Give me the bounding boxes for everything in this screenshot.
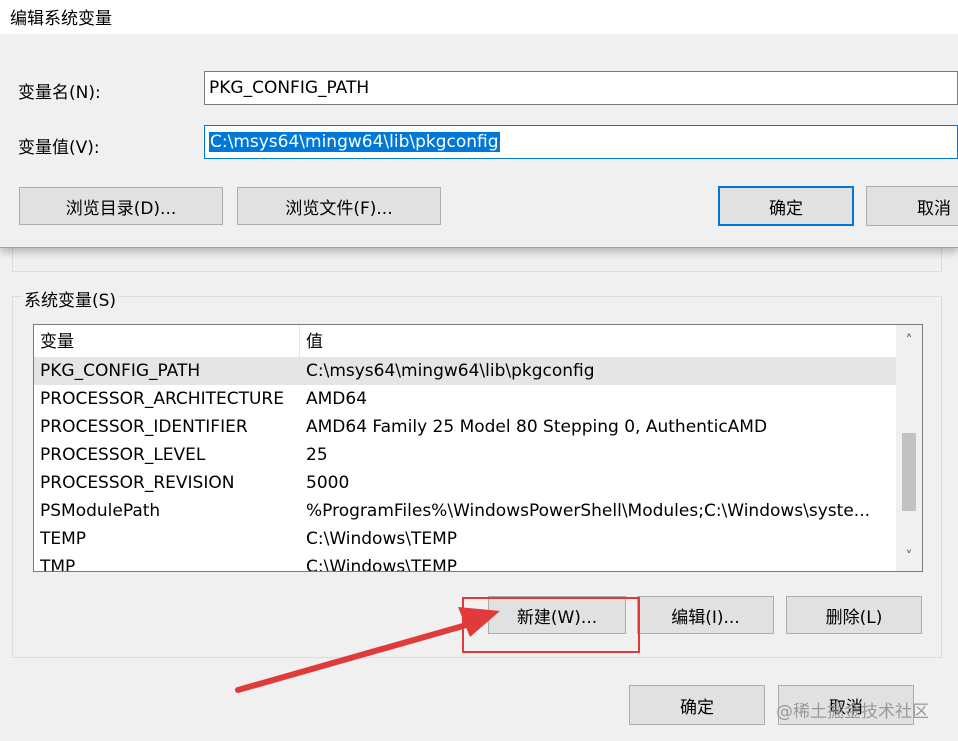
- row-variable-value: C:\Windows\TEMP: [306, 529, 457, 549]
- system-vars-group-label: 系统变量(S): [22, 286, 119, 311]
- list-header: 变量 值: [34, 325, 896, 357]
- variable-name-text: PKG_CONFIG_PATH: [209, 78, 370, 98]
- row-variable-value: 25: [306, 445, 328, 465]
- row-variable-name: PROCESSOR_REVISION: [40, 473, 235, 493]
- row-variable-name: TEMP: [40, 529, 87, 549]
- edit-system-variable-dialog: 编辑系统变量 变量名(N): PKG_CONFIG_PATH 变量值(V): C…: [0, 0, 958, 248]
- column-header-variable[interactable]: 变量: [34, 325, 299, 357]
- row-variable-name: PSModulePath: [40, 501, 161, 521]
- variable-name-input[interactable]: PKG_CONFIG_PATH: [204, 71, 958, 105]
- system-vars-list[interactable]: 变量 值 PKG_CONFIG_PATH C:\msys64\mingw64\l…: [33, 324, 923, 572]
- annotation-highlight-box: [462, 597, 640, 653]
- main-ok-button[interactable]: 确定: [629, 685, 765, 725]
- variable-value-selected-text: C:\msys64\mingw64\lib\pkgconfig: [209, 132, 500, 152]
- row-variable-value: 5000: [306, 473, 350, 493]
- table-row[interactable]: TMP C:\Windows\TEMP: [34, 553, 896, 572]
- table-row[interactable]: PROCESSOR_REVISION 5000: [34, 469, 896, 497]
- browse-directory-button[interactable]: 浏览目录(D)...: [19, 187, 223, 225]
- row-variable-name: PROCESSOR_LEVEL: [40, 445, 206, 465]
- dialog-titlebar[interactable]: 编辑系统变量: [0, 0, 958, 34]
- browse-file-button[interactable]: 浏览文件(F)...: [237, 187, 441, 225]
- table-row[interactable]: PROCESSOR_IDENTIFIER AMD64 Family 25 Mod…: [34, 413, 896, 441]
- scrollbar-thumb[interactable]: [902, 433, 916, 511]
- edit-button[interactable]: 编辑(I)...: [637, 596, 774, 634]
- table-row[interactable]: TEMP C:\Windows\TEMP: [34, 525, 896, 553]
- dialog-cancel-button[interactable]: 取消: [866, 186, 958, 226]
- table-row[interactable]: PKG_CONFIG_PATH C:\msys64\mingw64\lib\pk…: [34, 357, 896, 385]
- row-variable-value: %ProgramFiles%\WindowsPowerShell\Modules…: [306, 501, 870, 521]
- row-variable-value: C:\msys64\mingw64\lib\pkgconfig: [306, 361, 595, 381]
- row-variable-value: AMD64 Family 25 Model 80 Stepping 0, Aut…: [306, 417, 768, 437]
- row-variable-value: AMD64: [306, 389, 368, 409]
- row-variable-name: PKG_CONFIG_PATH: [40, 361, 201, 381]
- column-header-value[interactable]: 值: [300, 325, 890, 357]
- row-variable-name: PROCESSOR_IDENTIFIER: [40, 417, 248, 437]
- table-row[interactable]: PROCESSOR_ARCHITECTURE AMD64: [34, 385, 896, 413]
- variable-value-label: 变量值(V):: [18, 138, 100, 158]
- list-body: PKG_CONFIG_PATH C:\msys64\mingw64\lib\pk…: [34, 357, 896, 572]
- table-row[interactable]: PROCESSOR_LEVEL 25: [34, 441, 896, 469]
- delete-button[interactable]: 删除(L): [786, 596, 922, 634]
- variable-value-input[interactable]: C:\msys64\mingw64\lib\pkgconfig: [204, 125, 958, 159]
- row-variable-name: PROCESSOR_ARCHITECTURE: [40, 389, 284, 409]
- chevron-up-icon[interactable]: ˄: [896, 327, 922, 355]
- vertical-scrollbar[interactable]: ˄ ˅: [896, 325, 922, 571]
- variable-name-label: 变量名(N):: [18, 83, 101, 103]
- row-variable-value: C:\Windows\TEMP: [306, 557, 457, 572]
- table-row[interactable]: PSModulePath %ProgramFiles%\WindowsPower…: [34, 497, 896, 525]
- watermark: @稀土掘金技术社区: [776, 702, 929, 722]
- dialog-title: 编辑系统变量: [10, 9, 112, 29]
- dialog-ok-button[interactable]: 确定: [718, 186, 854, 226]
- row-variable-name: TMP: [40, 557, 76, 572]
- chevron-down-icon[interactable]: ˅: [896, 543, 922, 571]
